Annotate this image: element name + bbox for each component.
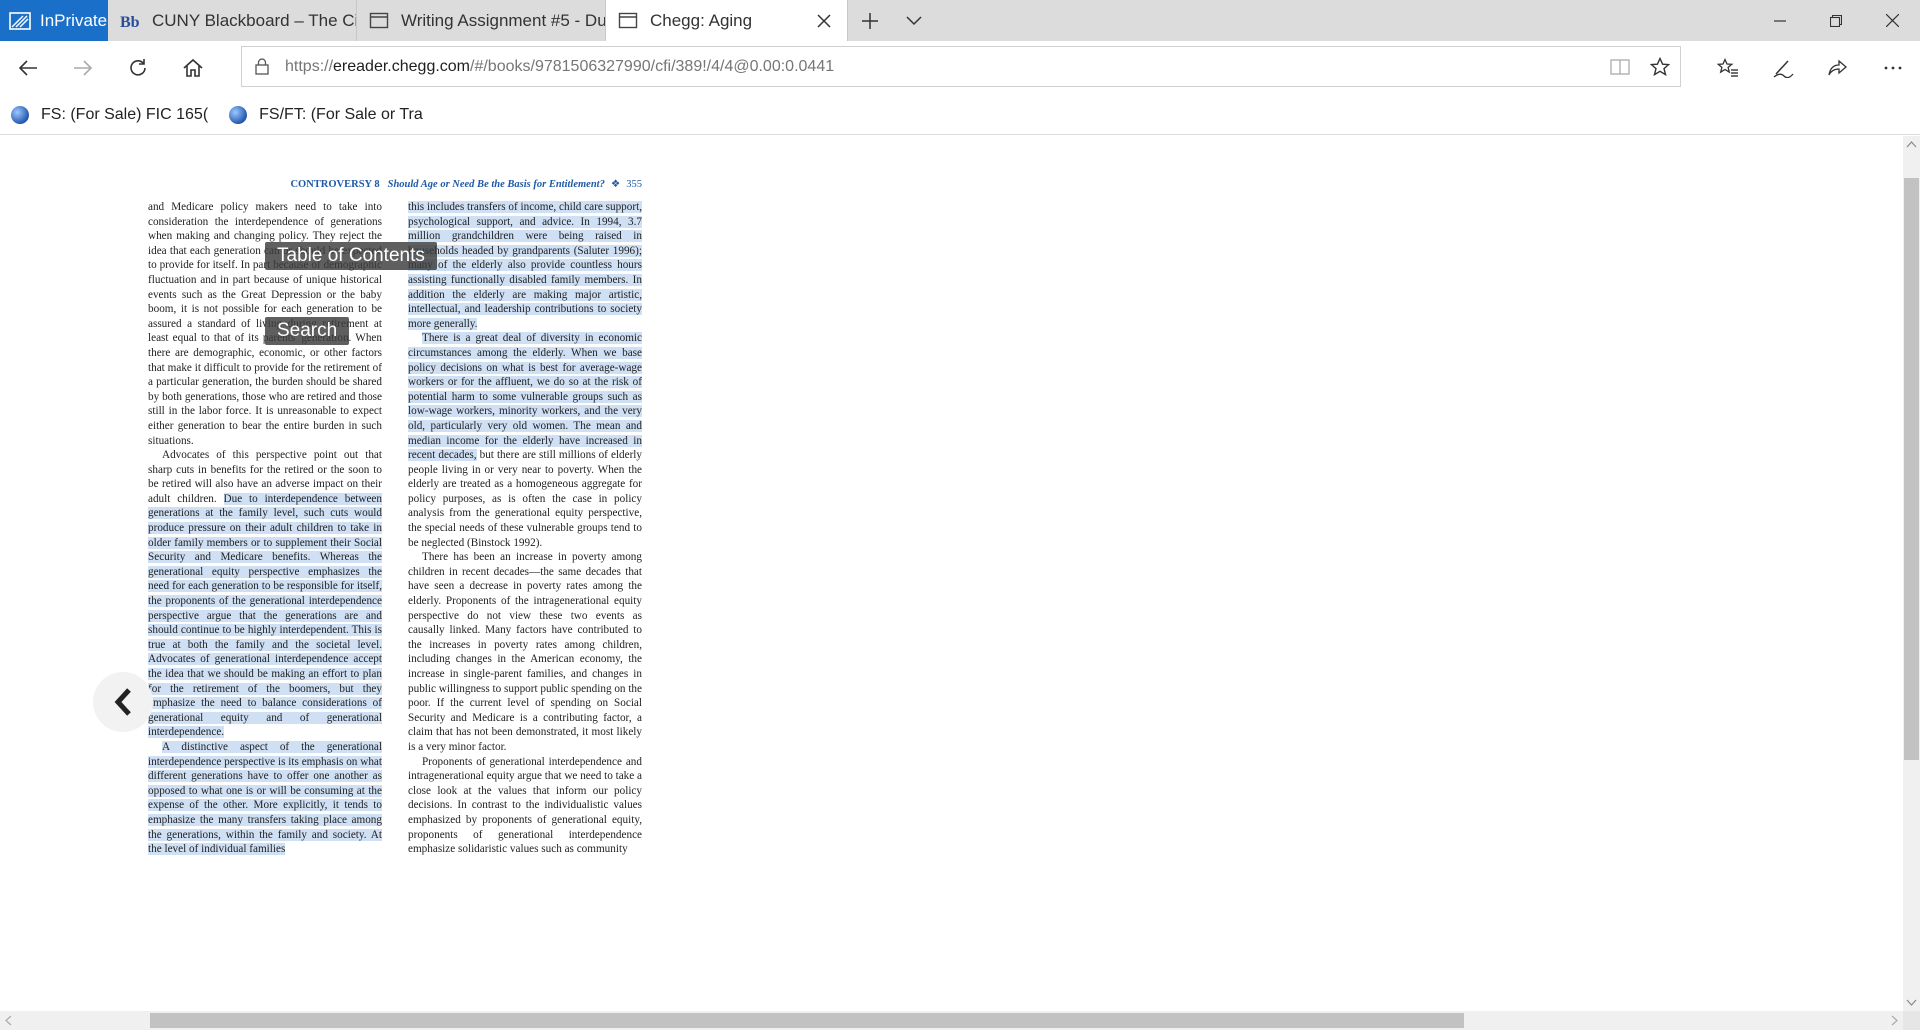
- paragraph[interactable]: Advocates of this perspective point out …: [148, 448, 382, 740]
- scroll-left-icon[interactable]: [2, 1011, 16, 1030]
- globe-icon: [11, 105, 29, 124]
- highlighted-text: Due to interdependence between generatio…: [148, 492, 382, 739]
- tab-title: Writing Assignment #5 - Du: [401, 10, 605, 30]
- refresh-button[interactable]: [110, 41, 165, 95]
- pen-icon: [1773, 60, 1793, 78]
- share-icon: [1827, 59, 1847, 76]
- plus-icon: [862, 12, 878, 29]
- page-icon: [369, 12, 389, 29]
- highlighted-text: A distinctive aspect of the generational…: [148, 740, 382, 856]
- running-head: CONTROVERSY 8 Should Age or Need Be the B…: [148, 178, 642, 200]
- web-note-button[interactable]: [1755, 41, 1810, 95]
- lock-icon: [255, 58, 269, 75]
- favorites-bar: FS: (For Sale) FIC 165( FS/FT: (For Sale…: [0, 95, 1920, 135]
- reading-view-icon: [1610, 58, 1630, 75]
- close-icon: [1885, 14, 1899, 27]
- forward-button[interactable]: [55, 41, 110, 95]
- inprivate-icon: [9, 11, 31, 30]
- book-page: CONTROVERSY 8 Should Age or Need Be the B…: [148, 178, 642, 857]
- horizontal-scrollbar[interactable]: [0, 1011, 1903, 1030]
- share-button[interactable]: [1810, 41, 1865, 95]
- close-window-button[interactable]: [1864, 0, 1920, 41]
- text-column-right[interactable]: this includes transfers of income, child…: [408, 200, 642, 857]
- page-number: 355: [626, 179, 642, 190]
- paragraph[interactable]: A distinctive aspect of the generational…: [148, 740, 382, 857]
- forward-arrow-icon: [73, 60, 92, 76]
- favorite-item-fs-ft[interactable]: FS/FT: (For Sale or Tra: [228, 105, 423, 125]
- ereader-viewport: CONTROVERSY 8 Should Age or Need Be the B…: [0, 136, 1903, 1011]
- globe-icon: [229, 105, 248, 124]
- tab-writing-assignment[interactable]: Writing Assignment #5 - Du: [357, 0, 606, 41]
- chevron-left-icon: [114, 688, 131, 716]
- highlighted-text: There is a great deal of diversity in ec…: [408, 332, 642, 462]
- scroll-right-icon[interactable]: [1887, 1011, 1901, 1030]
- text-run: Proponents of generational interdependen…: [408, 755, 643, 856]
- vertical-scroll-thumb[interactable]: [1904, 178, 1919, 760]
- table-of-contents-button[interactable]: Table of Contents: [265, 242, 437, 270]
- paragraph[interactable]: this includes transfers of income, child…: [408, 200, 642, 331]
- running-head-controversy: CONTROVERSY 8: [290, 179, 380, 190]
- tab-chegg-aging[interactable]: Chegg: Aging: [606, 0, 848, 41]
- scrollbar-corner: [1903, 1011, 1920, 1030]
- tab-preview-button[interactable]: [892, 0, 936, 41]
- scroll-down-icon[interactable]: [1903, 995, 1920, 1009]
- minimize-icon: [1774, 19, 1786, 22]
- toolbar-right: [1700, 41, 1920, 95]
- text-run: There has been an increase in poverty am…: [408, 551, 642, 753]
- refresh-icon: [129, 59, 146, 76]
- highlighted-text: this includes transfers of income, child…: [408, 201, 642, 330]
- vertical-scrollbar[interactable]: [1903, 136, 1920, 1011]
- favorite-item-fs-for-sale[interactable]: FS: (For Sale) FIC 165(: [10, 105, 208, 125]
- favorite-label: FS/FT: (For Sale or Tra: [259, 105, 423, 123]
- home-icon: [182, 58, 203, 77]
- url-host: ereader.chegg.com: [333, 57, 471, 75]
- back-button[interactable]: [0, 41, 55, 95]
- add-favorite-button[interactable]: [1640, 56, 1680, 77]
- favorite-label: FS: (For Sale) FIC 165(: [41, 105, 209, 123]
- paragraph[interactable]: There is a great deal of diversity in ec…: [408, 331, 642, 550]
- tab-blackboard[interactable]: Bb CUNY Blackboard – The City: [108, 0, 357, 41]
- svg-text:Bb: Bb: [120, 14, 140, 29]
- inprivate-badge[interactable]: InPrivate: [0, 0, 108, 41]
- settings-more-button[interactable]: [1865, 41, 1920, 95]
- search-button[interactable]: Search: [265, 317, 350, 345]
- window-controls: [1752, 0, 1920, 41]
- address-bar[interactable]: https://ereader.chegg.com/#/books/978150…: [241, 46, 1681, 87]
- restore-icon: [1830, 14, 1842, 27]
- restore-button[interactable]: [1808, 0, 1864, 41]
- new-tab-button[interactable]: [848, 0, 892, 41]
- chevron-down-icon: [906, 15, 922, 25]
- previous-page-button[interactable]: [93, 672, 153, 732]
- horizontal-scroll-thumb[interactable]: [150, 1013, 1464, 1028]
- navigation-bar: https://ereader.chegg.com/#/books/978150…: [0, 41, 1920, 95]
- url-scheme: https://: [285, 57, 334, 75]
- inprivate-label: InPrivate: [40, 10, 108, 30]
- url-text[interactable]: https://ereader.chegg.com/#/books/978150…: [285, 58, 834, 76]
- text-run: but there are still millions of elderly …: [408, 449, 643, 549]
- home-button[interactable]: [165, 41, 220, 95]
- running-head-marker: ❖: [610, 179, 621, 190]
- close-tab-icon[interactable]: [815, 12, 833, 30]
- favorites-button[interactable]: [1700, 41, 1755, 95]
- tab-title: Chegg: Aging: [650, 10, 753, 30]
- more-icon: [1884, 66, 1901, 70]
- minimize-button[interactable]: [1752, 0, 1808, 41]
- reading-view-button[interactable]: [1600, 58, 1640, 75]
- tab-title: CUNY Blackboard – The City: [152, 10, 356, 30]
- paragraph[interactable]: Proponents of generational interdependen…: [408, 755, 642, 857]
- star-icon: [1650, 56, 1670, 76]
- text-column-left[interactable]: and Medicare policy makers need to take …: [148, 200, 382, 857]
- scroll-up-icon[interactable]: [1903, 138, 1920, 152]
- url-path: /#/books/9781506327990/cfi/389!/4/4@0.00…: [470, 57, 835, 75]
- blackboard-icon: Bb: [120, 14, 140, 29]
- back-arrow-icon: [18, 60, 37, 76]
- favorites-list-icon: [1716, 58, 1738, 77]
- tab-strip: InPrivate Bb CUNY Blackboard – The City …: [0, 0, 1920, 41]
- running-head-title: Should Age or Need Be the Basis for Enti…: [387, 179, 605, 190]
- page-icon: [618, 12, 638, 29]
- paragraph[interactable]: There has been an increase in poverty am…: [408, 550, 642, 754]
